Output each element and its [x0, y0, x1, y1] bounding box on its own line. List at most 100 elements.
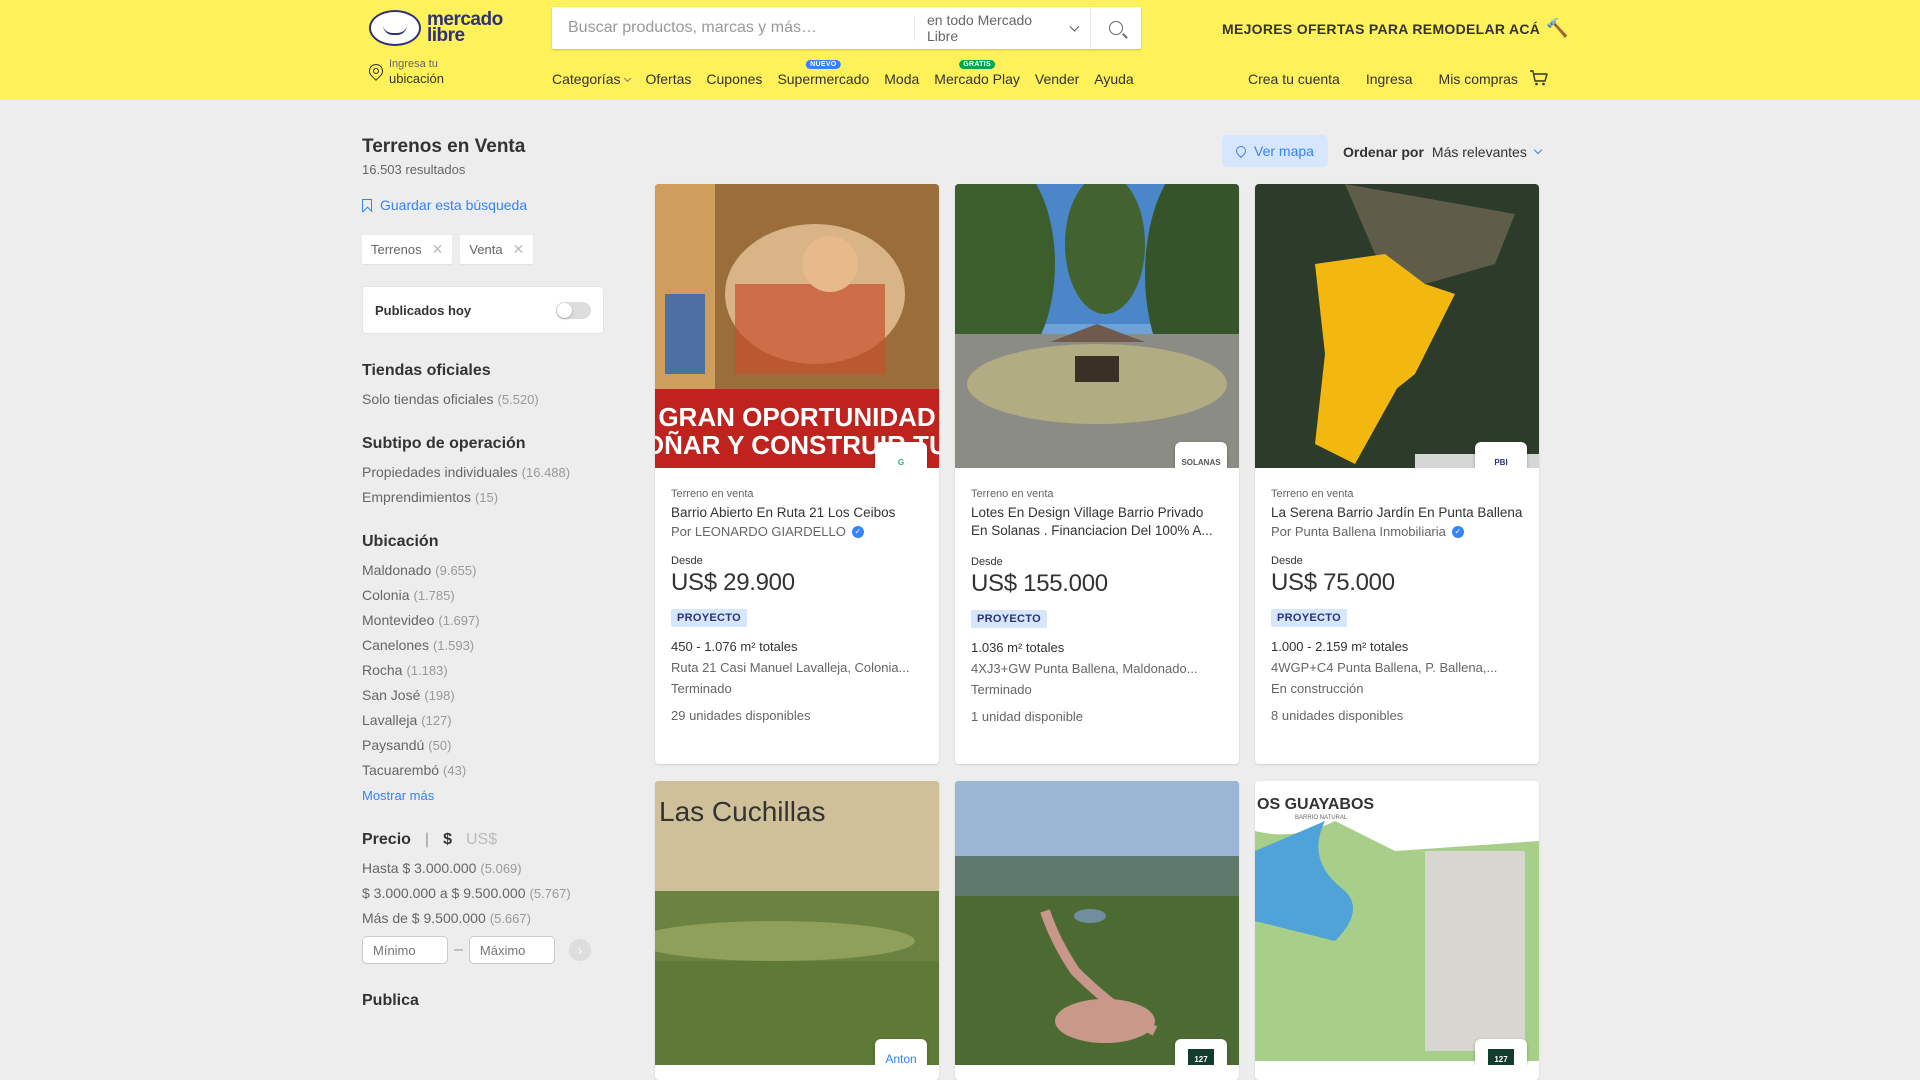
filter-option[interactable]: Paysandú (50)	[362, 738, 604, 754]
login-link[interactable]: Ingresa	[1366, 71, 1413, 87]
location-selector[interactable]: Ingresa tu ubicación	[366, 58, 444, 86]
filter-option[interactable]: Rocha (1.183)	[362, 663, 604, 679]
seller-logo: Anton	[875, 1039, 927, 1065]
nav-ofertas[interactable]: Ofertas	[645, 71, 691, 87]
listing-area: 450 - 1.076 m² totales	[671, 639, 798, 654]
filter-heading: Ubicación	[362, 533, 439, 550]
overlay-text: OS GUAYABOS	[1257, 796, 1374, 813]
nav-supermercado[interactable]: NUEVO Supermercado	[777, 60, 870, 87]
new-badge: NUEVO	[806, 60, 841, 69]
listing-image[interactable]: GRAN OPORTUNIDAD A SOÑAR Y CONSTRUIR TU …	[655, 184, 939, 468]
filter-option[interactable]: Colonia (1.785)	[362, 588, 604, 604]
published-today-toggle[interactable]	[556, 301, 591, 319]
currency-pesos[interactable]: $	[443, 831, 452, 849]
listing-image[interactable]: 127	[955, 781, 1239, 1065]
filter-option[interactable]: Maldonado (9.655)	[362, 563, 604, 579]
nav-mercado-play[interactable]: GRATIS Mercado Play	[934, 60, 1020, 87]
listing-address: Ruta 21 Casi Manuel Lavalleja, Colonia..…	[671, 660, 910, 675]
seller-logo: SOLANAS	[1175, 442, 1227, 468]
applied-filters: Terrenos ✕ Venta ✕	[362, 235, 604, 264]
top-header: mercado libre en todo Mercado Libre MEJO…	[0, 0, 1920, 100]
filter-option[interactable]: Hasta $ 3.000.000 (5.069)	[362, 861, 604, 877]
currency-dollars[interactable]: US$	[466, 831, 497, 849]
filter-option[interactable]: $ 3.000.000 a $ 9.500.000 (5.767)	[362, 886, 604, 902]
listing-type: Terreno en venta	[671, 488, 754, 500]
listing-status: Terminado	[971, 682, 1032, 697]
filter-chip-venta[interactable]: Venta ✕	[460, 235, 534, 264]
filters-sidebar: Terrenos en Venta 16.503 resultados Guar…	[362, 136, 604, 1022]
view-map-button[interactable]: Ver mapa	[1222, 135, 1328, 167]
filter-option[interactable]: Canelones (1.593)	[362, 638, 604, 654]
listing-card[interactable]: GRAN OPORTUNIDAD A SOÑAR Y CONSTRUIR TU …	[655, 184, 939, 764]
listing-photo: OS GUAYABOS BARRIO NATURAL	[1255, 781, 1539, 1065]
units-available: 1 unidad disponible	[971, 709, 1084, 724]
search-button[interactable]	[1090, 7, 1140, 49]
price-prefix: Desde	[971, 556, 1003, 568]
filter-option[interactable]: Solo tiendas oficiales (5.520)	[362, 392, 604, 408]
sort-selector[interactable]: Ordenar por Más relevantes	[1343, 144, 1543, 160]
close-icon[interactable]: ✕	[513, 241, 525, 258]
filter-heading: Subtipo de operación	[362, 435, 526, 452]
location-pin-icon	[366, 61, 386, 81]
verified-icon: ✓	[851, 525, 864, 538]
cart-icon[interactable]	[1529, 70, 1549, 86]
banner-line-1: GRAN OPORTUNIDAD	[658, 402, 935, 432]
chevron-down-icon	[1533, 145, 1543, 155]
listing-title[interactable]: Barrio Abierto En Ruta 21 Los Ceibos	[671, 504, 923, 522]
nav-label: Supermercado	[777, 71, 870, 87]
price-max-input[interactable]	[468, 936, 555, 964]
results-count: 16.503 resultados	[362, 162, 466, 177]
listing-card[interactable]: Las Cuchillas Anton	[655, 781, 939, 1080]
verified-icon: ✓	[1451, 525, 1464, 538]
project-badge: PROYECTO	[971, 610, 1047, 628]
nav-label: Mercado Play	[934, 71, 1020, 87]
hammer-icon: 🔨	[1546, 18, 1569, 38]
listing-image[interactable]: Las Cuchillas Anton	[655, 781, 939, 1065]
listing-card[interactable]: PBI Terreno en venta La Serena Barrio Ja…	[1255, 184, 1539, 764]
filter-option[interactable]: Lavalleja (127)	[362, 713, 604, 729]
filter-option[interactable]: Montevideo (1.697)	[362, 613, 604, 629]
filter-option[interactable]: Emprendimientos (15)	[362, 490, 604, 506]
listing-image[interactable]: SOLANAS	[955, 184, 1239, 468]
seller-name: Por LEONARDO GIARDELLO	[671, 524, 846, 539]
price-min-input[interactable]	[362, 936, 448, 964]
save-search-link[interactable]: Guardar esta búsqueda	[362, 197, 604, 213]
show-more-link[interactable]: Mostrar más	[362, 788, 604, 803]
listing-card[interactable]: 127	[955, 781, 1239, 1080]
create-account-link[interactable]: Crea tu cuenta	[1248, 71, 1340, 87]
listing-title[interactable]: Lotes En Design Village Barrio Privado E…	[971, 504, 1223, 540]
chevron-down-icon	[1069, 21, 1080, 31]
nav-label: Categorías	[552, 71, 621, 87]
filter-option[interactable]: Propiedades individuales (16.488)	[362, 465, 604, 481]
my-purchases-link[interactable]: Mis compras	[1439, 71, 1518, 87]
nav-moda[interactable]: Moda	[884, 71, 919, 87]
logo-text: mercado libre	[427, 9, 503, 46]
listing-area: 1.036 m² totales	[971, 640, 1065, 655]
listing-type: Terreno en venta	[1271, 488, 1354, 500]
search-scope-select[interactable]: en todo Mercado Libre	[914, 12, 1090, 44]
listing-card[interactable]: SOLANAS Terreno en venta Lotes En Design…	[955, 184, 1239, 764]
filter-option[interactable]: Más de $ 9.500.000 (5.667)	[362, 911, 604, 927]
listing-title[interactable]: La Serena Barrio Jardín En Punta Ballena	[1271, 504, 1523, 522]
search-input[interactable]	[552, 7, 914, 49]
close-icon[interactable]: ✕	[432, 241, 444, 258]
nav-categorias[interactable]: Categorías	[552, 71, 632, 87]
filter-option[interactable]: San José (198)	[362, 688, 604, 704]
nav-vender[interactable]: Vender	[1035, 71, 1079, 87]
listing-status: En construcción	[1271, 681, 1364, 696]
promo-banner[interactable]: MEJORES OFERTAS PARA REMODELAR ACÁ 🔨	[1222, 18, 1569, 39]
mercado-libre-logo[interactable]: mercado libre	[369, 10, 511, 46]
filter-operation-subtype: Subtipo de operación Propiedades individ…	[362, 435, 604, 505]
listing-image[interactable]: PBI	[1255, 184, 1539, 468]
filter-option[interactable]: Tacuarembó (43)	[362, 763, 604, 779]
apply-price-button[interactable]: ›	[568, 939, 591, 961]
seller-logo: PBI	[1475, 442, 1527, 468]
nav-cupones[interactable]: Cupones	[706, 71, 762, 87]
overlay-subtext: BARRIO NATURAL	[1295, 815, 1348, 821]
filter-chip-terrenos[interactable]: Terrenos ✕	[362, 235, 453, 264]
listing-card[interactable]: OS GUAYABOS BARRIO NATURAL 127	[1255, 781, 1539, 1080]
listing-image[interactable]: OS GUAYABOS BARRIO NATURAL 127	[1255, 781, 1539, 1065]
project-badge: PROYECTO	[1271, 609, 1347, 627]
listing-address: 4XJ3+GW Punta Ballena, Maldonado...	[971, 661, 1198, 676]
nav-ayuda[interactable]: Ayuda	[1094, 71, 1133, 87]
